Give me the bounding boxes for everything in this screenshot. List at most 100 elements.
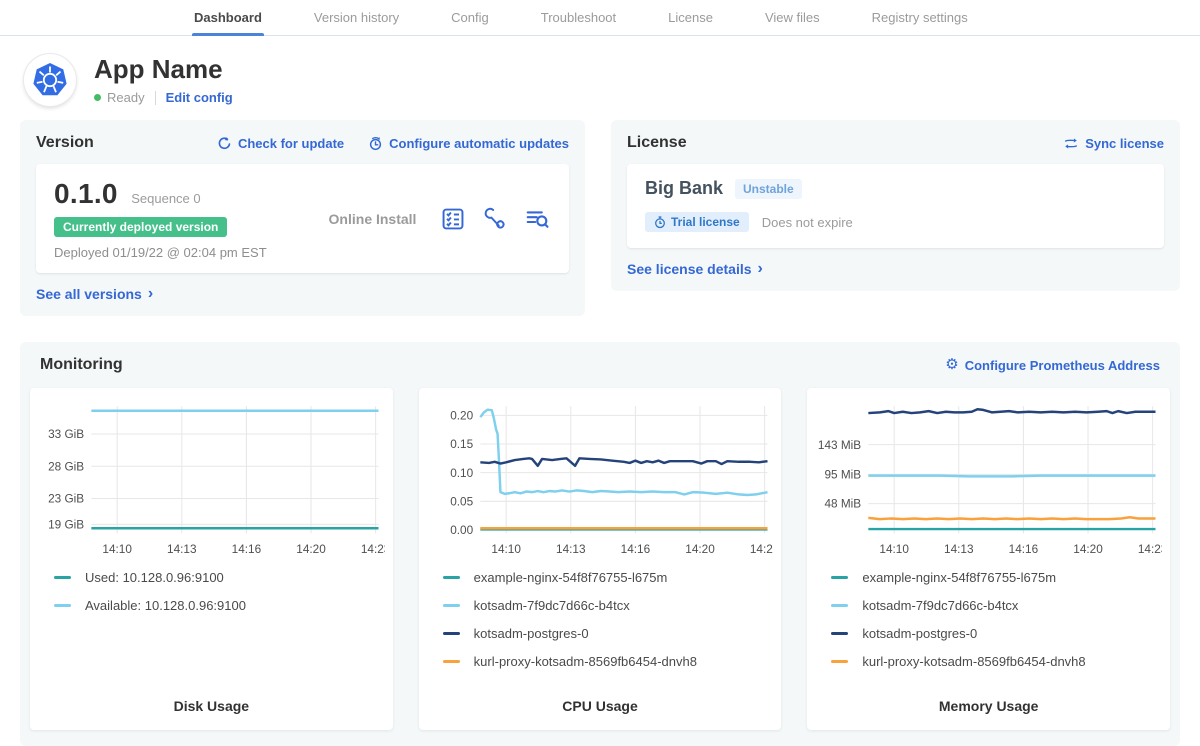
- license-type-badge: Trial license: [645, 212, 749, 232]
- svg-text:95 MiB: 95 MiB: [825, 469, 862, 482]
- legend-label: kotsadm-7f9dc7d66c-b4tcx: [474, 598, 630, 613]
- top-nav: DashboardVersion historyConfigTroublesho…: [0, 0, 1200, 36]
- disk-usage-plot: 14:1014:1314:1614:2014:2333 GiB28 GiB23 …: [38, 398, 385, 560]
- ready-status-dot: [94, 94, 101, 101]
- chevron-right-icon: ›: [148, 289, 153, 299]
- app-status-label: Ready: [107, 90, 145, 105]
- config-tools-icon[interactable]: [483, 207, 507, 231]
- license-title: License: [627, 134, 687, 152]
- legend-item: kurl-proxy-kotsadm-8569fb6454-dnvh8: [443, 654, 774, 669]
- legend-item: kotsadm-postgres-0: [831, 626, 1162, 641]
- cpu-usage-plot: 14:1014:1314:1614:2014:230.200.150.100.0…: [427, 398, 774, 560]
- legend-label: kurl-proxy-kotsadm-8569fb6454-dnvh8: [862, 654, 1085, 669]
- svg-text:14:16: 14:16: [232, 543, 262, 556]
- legend-label: Available: 10.128.0.96:9100: [85, 598, 246, 613]
- check-for-update-link[interactable]: Check for update: [217, 136, 344, 151]
- license-panel: Big Bank Unstable Trial license Do: [627, 164, 1164, 248]
- svg-text:14:20: 14:20: [296, 543, 326, 556]
- svg-text:0.00: 0.00: [450, 524, 473, 537]
- legend-item: example-nginx-54f8f76755-l675m: [831, 570, 1162, 585]
- legend-item: kotsadm-7f9dc7d66c-b4tcx: [443, 598, 774, 613]
- svg-text:14:23: 14:23: [750, 543, 774, 556]
- tab-view-files[interactable]: View files: [739, 0, 846, 35]
- svg-text:14:23: 14:23: [1138, 543, 1162, 556]
- svg-text:0.05: 0.05: [450, 495, 473, 508]
- legend-swatch: [54, 576, 71, 579]
- tab-registry-settings[interactable]: Registry settings: [846, 0, 994, 35]
- deployed-timestamp: Deployed 01/19/22 @ 02:04 pm EST: [54, 245, 304, 260]
- configure-auto-updates-link[interactable]: Configure automatic updates: [368, 136, 569, 151]
- legend-swatch: [831, 604, 848, 607]
- legend-label: kurl-proxy-kotsadm-8569fb6454-dnvh8: [474, 654, 697, 669]
- legend-item: kotsadm-7f9dc7d66c-b4tcx: [831, 598, 1162, 613]
- memory-usage-chart-card: 14:10 14:13 14:16 14:20 14:23 143 MiB 95 MiB 48…: [807, 388, 1170, 730]
- sync-arrows-icon: [1063, 136, 1079, 151]
- customer-name: Big Bank: [645, 178, 723, 199]
- legend-item: example-nginx-54f8f76755-l675m: [443, 570, 774, 585]
- page-title: App Name: [94, 55, 233, 84]
- license-expiry: Does not expire: [762, 215, 853, 230]
- svg-text:14:13: 14:13: [556, 543, 586, 556]
- sync-license-link[interactable]: Sync license: [1063, 136, 1164, 151]
- install-type-label: Online Install: [304, 211, 441, 227]
- current-version-panel: 0.1.0 Sequence 0 Currently deployed vers…: [36, 164, 569, 273]
- svg-text:19 GiB: 19 GiB: [48, 518, 84, 531]
- svg-text:14:13: 14:13: [167, 543, 197, 556]
- schedule-update-icon: [368, 136, 383, 151]
- chart-title: Memory Usage: [815, 690, 1162, 714]
- monitoring-card: Monitoring ⚙ Configure Prometheus Addres…: [20, 342, 1180, 746]
- version-number: 0.1.0: [54, 178, 118, 209]
- configure-prometheus-link[interactable]: ⚙ Configure Prometheus Address: [945, 358, 1160, 373]
- cpu-usage-legend: example-nginx-54f8f76755-l675m kotsadm-7f…: [443, 570, 774, 682]
- stopwatch-icon: [654, 216, 666, 229]
- tab-license[interactable]: License: [642, 0, 739, 35]
- legend-item: kotsadm-postgres-0: [443, 626, 774, 641]
- series-line: [869, 476, 1156, 477]
- svg-text:14:10: 14:10: [102, 543, 132, 556]
- disk-usage-legend: Used: 10.128.0.96:9100 Available: 10.128.…: [54, 570, 385, 626]
- series-line: [480, 410, 767, 495]
- legend-item: kurl-proxy-kotsadm-8569fb6454-dnvh8: [831, 654, 1162, 669]
- legend-swatch: [54, 604, 71, 607]
- svg-text:14:16: 14:16: [620, 543, 650, 556]
- series-line: [869, 409, 1156, 413]
- memory-usage-legend: example-nginx-54f8f76755-l675m kotsadm-7f…: [831, 570, 1162, 682]
- kubernetes-icon: [28, 58, 72, 102]
- sequence-label: Sequence 0: [131, 191, 200, 206]
- deployed-badge: Currently deployed version: [54, 217, 227, 237]
- legend-item: Available: 10.128.0.96:9100: [54, 598, 385, 613]
- svg-text:14:10: 14:10: [491, 543, 521, 556]
- edit-config-link[interactable]: Edit config: [166, 90, 233, 105]
- tab-troubleshoot[interactable]: Troubleshoot: [515, 0, 642, 35]
- app-header: App Name Ready Edit config: [0, 36, 1200, 120]
- svg-text:14:13: 14:13: [944, 543, 974, 556]
- svg-text:14:20: 14:20: [1074, 543, 1104, 556]
- cpu-usage-chart-card: 14:1014:1314:1614:2014:230.200.150.100.0…: [419, 388, 782, 730]
- see-all-versions-link[interactable]: See all versions ›: [36, 286, 153, 302]
- legend-item: Used: 10.128.0.96:9100: [54, 570, 385, 585]
- svg-text:14:16: 14:16: [1009, 543, 1039, 556]
- svg-text:0.10: 0.10: [450, 467, 473, 480]
- see-license-details-link[interactable]: See license details ›: [627, 261, 763, 277]
- svg-text:23 GiB: 23 GiB: [48, 493, 84, 506]
- svg-text:143 MiB: 143 MiB: [818, 439, 861, 452]
- chart-title: Disk Usage: [38, 690, 385, 714]
- legend-label: example-nginx-54f8f76755-l675m: [474, 570, 668, 585]
- legend-label: kotsadm-7f9dc7d66c-b4tcx: [862, 598, 1018, 613]
- tab-dashboard[interactable]: Dashboard: [168, 0, 288, 35]
- legend-swatch: [831, 660, 848, 663]
- view-logs-icon[interactable]: [525, 207, 549, 231]
- tab-version-history[interactable]: Version history: [288, 0, 425, 35]
- svg-text:14:10: 14:10: [880, 543, 910, 556]
- legend-label: Used: 10.128.0.96:9100: [85, 570, 224, 585]
- tab-config[interactable]: Config: [425, 0, 515, 35]
- svg-text:14:23: 14:23: [361, 543, 385, 556]
- svg-text:48 MiB: 48 MiB: [825, 498, 862, 511]
- legend-label: kotsadm-postgres-0: [474, 626, 589, 641]
- chevron-right-icon: ›: [758, 264, 763, 274]
- divider: [155, 91, 156, 105]
- version-card: Version Check for update: [20, 120, 585, 316]
- legend-swatch: [831, 576, 848, 579]
- series-line: [869, 517, 1156, 519]
- release-notes-icon[interactable]: [441, 207, 465, 231]
